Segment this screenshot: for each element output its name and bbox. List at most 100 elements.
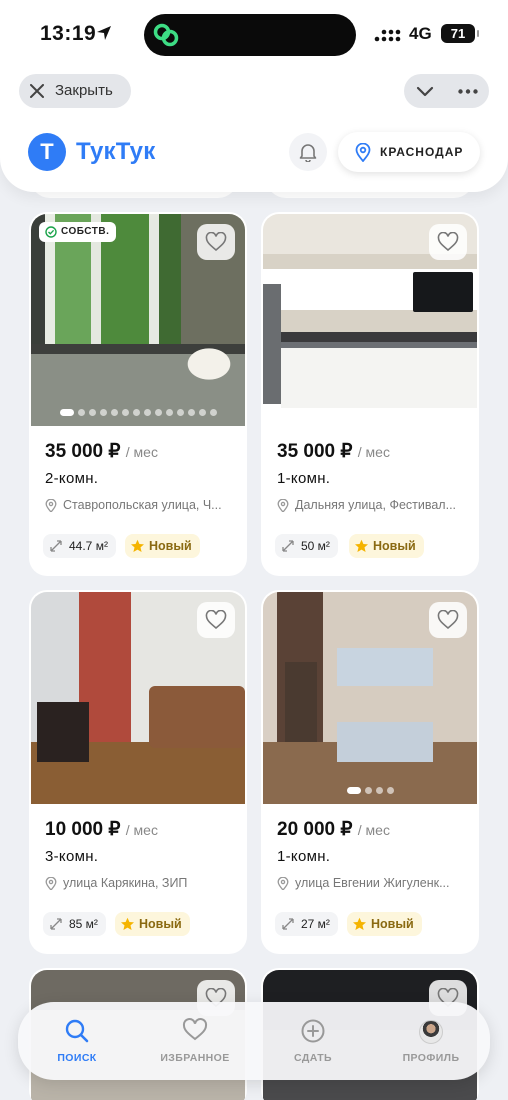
cabinet-shape bbox=[281, 348, 477, 408]
area-chip: 44.7 м² bbox=[43, 534, 116, 558]
expand-icon bbox=[50, 540, 62, 552]
status-bar: 13:19 4G 71 bbox=[0, 0, 508, 64]
listing-rooms: 1-комн. bbox=[277, 470, 331, 487]
badge-label: Новый bbox=[373, 539, 416, 553]
star-icon bbox=[121, 917, 134, 930]
listing-photo[interactable] bbox=[31, 592, 245, 804]
pager-dot bbox=[99, 409, 107, 416]
pager-dot bbox=[353, 409, 361, 416]
badge-label: Новый bbox=[371, 917, 414, 931]
badge-label: Новый bbox=[149, 539, 192, 553]
listing-card[interactable]: 35 000 ₽ / мес 1-комн. Дальняя улица, Фе… bbox=[261, 212, 479, 576]
app-header: 13:19 4G 71 Закрыть T ТукТук КРАСНОДАР bbox=[0, 0, 508, 192]
battery-level: 71 bbox=[441, 24, 479, 43]
logo-icon[interactable]: T bbox=[28, 133, 66, 171]
dynamic-island bbox=[144, 14, 356, 56]
pager-dot bbox=[165, 409, 173, 416]
pager-dot bbox=[397, 409, 405, 416]
address-text: улица Евгении Жигуленк... bbox=[295, 876, 450, 890]
pager-dot bbox=[364, 787, 372, 794]
bell-icon bbox=[299, 144, 317, 162]
map-pin-icon bbox=[45, 877, 57, 890]
nav-label: ПРОФИЛЬ bbox=[402, 1052, 460, 1064]
favorite-button[interactable] bbox=[429, 224, 467, 260]
pager-dot bbox=[88, 409, 96, 416]
close-label: Закрыть bbox=[55, 82, 113, 99]
badge-label: Новый bbox=[139, 917, 182, 931]
signal-icon bbox=[374, 29, 401, 42]
listing-address: Дальняя улица, Фестивал... bbox=[277, 498, 471, 512]
price-period: / мес bbox=[125, 822, 158, 838]
owner-label: СОБСТВ. bbox=[61, 226, 110, 237]
price-period: / мес bbox=[125, 444, 158, 460]
close-button[interactable]: Закрыть bbox=[19, 74, 131, 108]
listing-address: улица Карякина, ЗИП bbox=[45, 876, 239, 890]
favorite-button[interactable] bbox=[197, 602, 235, 638]
pager-dot bbox=[77, 409, 85, 416]
pager-dot bbox=[346, 787, 361, 794]
listing-card[interactable]: 20 000 ₽ / мес 1-комн. улица Евгении Жиг… bbox=[261, 590, 479, 954]
nav-label: ИЗБРАННОЕ bbox=[160, 1052, 230, 1064]
area-chip: 50 м² bbox=[275, 534, 338, 558]
photo-pager bbox=[263, 787, 477, 794]
location-arrow-icon bbox=[97, 26, 111, 40]
plus-circle-icon bbox=[301, 1019, 325, 1043]
map-pin-icon bbox=[277, 877, 289, 890]
area-value: 27 м² bbox=[301, 917, 330, 931]
star-icon bbox=[355, 539, 368, 552]
lower-cabinet-shape bbox=[337, 722, 433, 762]
listing-rooms: 3-комн. bbox=[45, 848, 99, 865]
pager-dot bbox=[386, 409, 394, 416]
photo-pager bbox=[263, 409, 477, 416]
sofa-shape bbox=[149, 686, 245, 748]
price-period: / мес bbox=[357, 822, 390, 838]
listing-card[interactable]: 10 000 ₽ / мес 3-комн. улица Карякина, З… bbox=[29, 590, 247, 954]
price-value: 10 000 ₽ bbox=[45, 819, 121, 840]
notifications-button[interactable] bbox=[289, 133, 327, 171]
owner-tag: СОБСТВ. bbox=[39, 222, 117, 242]
map-pin-icon bbox=[45, 499, 57, 512]
heart-icon bbox=[205, 232, 227, 252]
app-name[interactable]: ТукТук bbox=[76, 138, 155, 166]
favorite-button[interactable] bbox=[429, 602, 467, 638]
address-text: Дальняя улица, Фестивал... bbox=[295, 498, 457, 512]
price-value: 35 000 ₽ bbox=[277, 441, 353, 462]
city-selector[interactable]: КРАСНОДАР bbox=[338, 132, 480, 172]
listing-address: улица Евгении Жигуленк... bbox=[277, 876, 471, 890]
city-label: КРАСНОДАР bbox=[380, 145, 464, 159]
price-value: 35 000 ₽ bbox=[45, 441, 121, 462]
more-dots-icon[interactable] bbox=[458, 89, 478, 94]
pager-dot bbox=[132, 409, 140, 416]
webview-menu[interactable] bbox=[404, 74, 489, 108]
listing-photo[interactable] bbox=[263, 592, 477, 804]
listing-card[interactable]: СОБСТВ. 35 000 ₽ / мес 2-комн. Ставропол… bbox=[29, 212, 247, 576]
listing-rooms: 1-комн. bbox=[277, 848, 331, 865]
pager-dot bbox=[121, 409, 129, 416]
nav-label: СДАТЬ bbox=[294, 1052, 332, 1064]
listing-photo[interactable] bbox=[263, 214, 477, 426]
area-chip: 85 м² bbox=[43, 912, 106, 936]
door-shape bbox=[285, 662, 317, 742]
pager-dot bbox=[198, 409, 206, 416]
listing-photo[interactable]: СОБСТВ. bbox=[31, 214, 245, 426]
chevron-down-icon[interactable] bbox=[416, 84, 434, 98]
listing-price: 35 000 ₽ / мес bbox=[277, 440, 390, 463]
status-time: 13:19 bbox=[40, 22, 97, 45]
star-icon bbox=[131, 539, 144, 552]
fridge-shape bbox=[263, 284, 281, 404]
nav-rent-out[interactable]: СДАТЬ bbox=[254, 1002, 372, 1080]
nav-profile[interactable]: ПРОФИЛЬ bbox=[372, 1002, 490, 1080]
price-period: / мес bbox=[357, 444, 390, 460]
search-icon bbox=[65, 1019, 89, 1043]
network-type: 4G bbox=[409, 24, 432, 43]
listing-rooms: 2-комн. bbox=[45, 470, 99, 487]
nav-favorites[interactable]: ИЗБРАННОЕ bbox=[136, 1002, 254, 1080]
favorite-button[interactable] bbox=[197, 224, 235, 260]
nav-search[interactable]: ПОИСК bbox=[18, 1002, 136, 1080]
check-circle-icon bbox=[45, 226, 57, 238]
expand-icon bbox=[282, 918, 294, 930]
new-badge: Новый bbox=[115, 912, 190, 936]
price-value: 20 000 ₽ bbox=[277, 819, 353, 840]
address-text: улица Карякина, ЗИП bbox=[63, 876, 188, 890]
area-value: 50 м² bbox=[301, 539, 330, 553]
